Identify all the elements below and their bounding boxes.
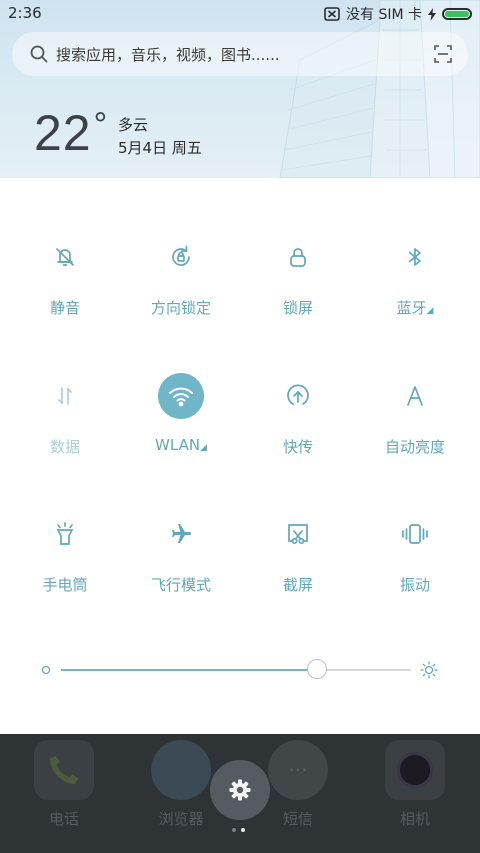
battery-icon: [442, 8, 472, 20]
app-label: 浏览器: [158, 810, 204, 828]
toggle-mobile-data[interactable]: 数据: [5, 373, 125, 457]
flashlight-icon: [42, 511, 88, 557]
brightness-thumb[interactable]: [306, 659, 327, 679]
charging-icon: [428, 7, 436, 21]
page-dot-active: [241, 828, 245, 832]
app-phone[interactable]: 电话: [26, 740, 102, 829]
tile-label: 截屏: [282, 576, 313, 594]
airplane-icon: [158, 511, 204, 557]
toggle-lock-screen[interactable]: 锁屏: [238, 234, 358, 318]
mobile-data-icon: [42, 373, 88, 419]
toggle-quick-transfer[interactable]: 快传: [238, 373, 358, 457]
quick-transfer-icon: [275, 373, 321, 419]
tile-label: 自动亮度: [384, 438, 445, 456]
screenshot-icon: [275, 511, 321, 557]
tile-label: 方向锁定: [150, 299, 211, 317]
bell-off-icon: [42, 234, 88, 280]
messages-icon: ···: [268, 740, 328, 800]
toggle-vibrate[interactable]: 振动: [355, 511, 475, 595]
app-label: 相机: [399, 810, 430, 828]
auto-brightness-icon: [392, 373, 438, 419]
tile-label: 振动: [399, 576, 430, 594]
gear-icon: [229, 779, 251, 801]
tile-label: 数据: [49, 438, 80, 456]
toggle-screenshot[interactable]: 截屏: [238, 511, 358, 595]
weather-condition: 多云: [118, 116, 149, 134]
no-sim-icon: [324, 7, 340, 21]
search-icon: [30, 45, 48, 63]
weather-widget[interactable]: 22° 多云 5月4日 周五: [34, 105, 202, 161]
notification-header: 2:36 没有 SIM 卡 搜索应用，音乐，视频，图书...... 22° 多云…: [0, 0, 480, 178]
tile-label: 静音: [49, 299, 80, 317]
brightness-low-icon: [41, 665, 51, 675]
brightness-slider[interactable]: [40, 659, 440, 680]
toggle-bluetooth[interactable]: 蓝牙◢: [355, 234, 475, 318]
rotation-lock-icon: [158, 234, 204, 280]
tile-label: 快传: [282, 438, 313, 456]
tile-label: 飞行模式: [150, 576, 211, 594]
quick-settings-panel: 静音 方向锁定 锁屏 蓝牙◢ 数据 WLAN◢ 快传 自动亮度 手电筒 飞行模式…: [0, 178, 480, 734]
vibrate-icon: [392, 511, 438, 557]
toggle-silent[interactable]: 静音: [5, 234, 125, 318]
settings-button[interactable]: [210, 760, 270, 820]
sim-status-text: 没有 SIM 卡: [346, 7, 422, 23]
status-bar: 2:36 没有 SIM 卡: [0, 0, 480, 26]
toggle-flashlight[interactable]: 手电筒: [5, 511, 125, 595]
search-bar[interactable]: 搜索应用，音乐，视频，图书......: [12, 32, 468, 76]
wifi-icon: [158, 373, 204, 419]
app-camera[interactable]: 相机: [377, 740, 453, 829]
app-label: 短信: [282, 810, 313, 828]
expand-arrow-icon: ◢: [426, 306, 434, 316]
tile-label: 蓝牙◢: [396, 299, 434, 317]
toggle-rotation-lock[interactable]: 方向锁定: [121, 234, 241, 318]
camera-icon: [385, 740, 445, 800]
toggle-airplane[interactable]: 飞行模式: [121, 511, 241, 595]
tile-label: 手电筒: [42, 576, 88, 594]
weather-date: 5月4日 周五: [118, 139, 202, 157]
app-messages[interactable]: ··· 短信: [260, 740, 336, 829]
search-placeholder: 搜索应用，音乐，视频，图书......: [56, 45, 280, 64]
building-wallpaper: [279, 0, 480, 178]
scan-icon[interactable]: [434, 45, 452, 63]
browser-icon: [151, 740, 211, 800]
status-time: 2:36: [8, 4, 42, 22]
brightness-fill: [61, 669, 317, 671]
expand-arrow-icon: ◢: [200, 443, 207, 453]
toggle-auto-brightness[interactable]: 自动亮度: [355, 373, 475, 457]
lock-icon: [275, 234, 321, 280]
brightness-high-icon: [420, 661, 438, 679]
phone-icon: [34, 740, 94, 800]
tile-label: 锁屏: [282, 299, 313, 317]
toggle-wlan[interactable]: WLAN◢: [121, 373, 241, 454]
app-label: 电话: [48, 810, 79, 828]
bluetooth-icon: [392, 234, 438, 280]
temperature: 22°: [34, 105, 109, 161]
app-browser[interactable]: 浏览器: [143, 740, 219, 829]
page-indicator: [232, 828, 245, 832]
tile-label: WLAN◢: [155, 436, 207, 454]
page-dot: [232, 828, 236, 832]
